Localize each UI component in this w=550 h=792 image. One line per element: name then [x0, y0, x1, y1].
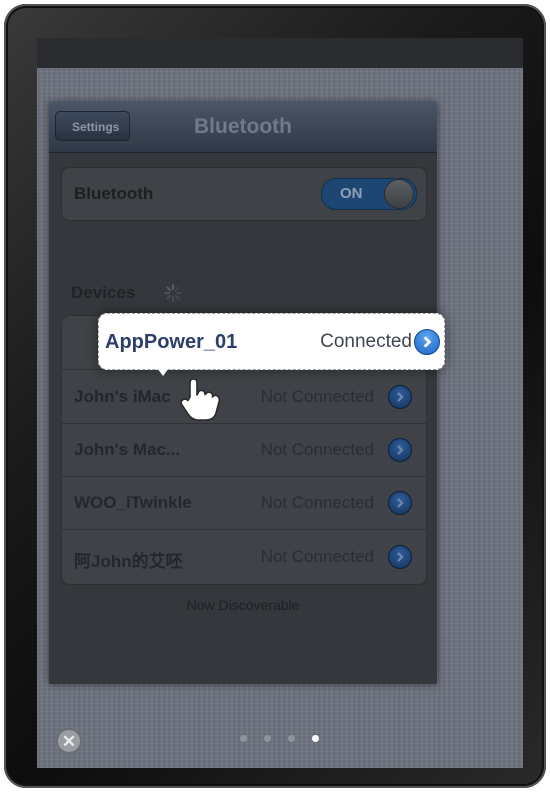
close-button[interactable]: ✕ [56, 728, 82, 754]
page-dot[interactable] [288, 735, 295, 742]
disclosure-icon[interactable] [414, 329, 440, 355]
disclosure-icon[interactable] [388, 385, 412, 409]
page-dot[interactable] [240, 735, 247, 742]
device-name: 阿John的艾呸 [74, 552, 183, 571]
disclosure-icon[interactable] [388, 438, 412, 462]
device-name: AppPower_01 [105, 331, 238, 353]
list-item[interactable]: John's iMac Not Connected [62, 370, 426, 424]
settings-body: Bluetooth ON Devices John's iMac Not Con… [49, 153, 437, 684]
list-item[interactable]: 阿John的艾呸 Not Connected [62, 530, 426, 583]
bluetooth-toggle-row: Bluetooth ON [61, 167, 427, 221]
page-title: Bluetooth [194, 115, 292, 138]
device-status: Not Connected [260, 440, 374, 459]
callout-tail [154, 364, 172, 376]
page-dot[interactable] [264, 735, 271, 742]
device-status: Not Connected [260, 493, 374, 512]
device-name: John's Mac... [74, 440, 181, 459]
highlighted-device-row[interactable]: AppPower_01 Connected [98, 313, 445, 370]
switch-on-label: ON [340, 185, 363, 202]
disclosure-icon[interactable] [388, 545, 412, 569]
app-preview-card[interactable]: Settings Bluetooth Bluetooth ON Devices [49, 102, 437, 684]
device-name: John's iMac [74, 387, 171, 406]
device-status: Connected [320, 331, 412, 352]
hand-pointer-icon [180, 375, 221, 421]
device-status: Not Connected [260, 547, 374, 566]
device-status: Not Connected [260, 387, 374, 406]
navigation-bar: Settings Bluetooth [49, 102, 437, 153]
devices-header: Devices [71, 283, 136, 302]
close-icon: ✕ [61, 732, 77, 751]
list-item[interactable]: John's Mac... Not Connected [62, 423, 426, 477]
disclosure-icon[interactable] [388, 491, 412, 515]
device-name: WOO_iTwinkle [74, 493, 192, 512]
page-indicator [236, 735, 326, 745]
status-bar-area [37, 38, 523, 68]
page-dot-active[interactable] [312, 735, 319, 742]
switch-knob[interactable] [384, 179, 414, 209]
discoverable-status: Now Discoverable [186, 597, 300, 613]
list-item[interactable]: WOO_iTwinkle Not Connected [62, 476, 426, 530]
spinner-icon [164, 284, 182, 302]
bluetooth-label: Bluetooth [74, 184, 154, 203]
bluetooth-switch[interactable]: ON [321, 178, 417, 210]
